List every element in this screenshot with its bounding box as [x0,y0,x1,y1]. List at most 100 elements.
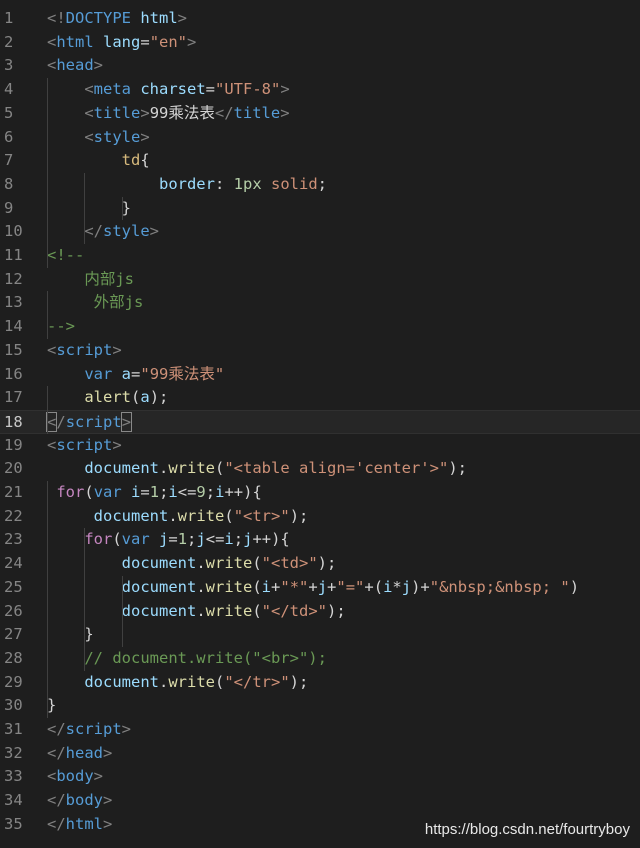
line-number: 17 [4,388,23,407]
line-code: <script> [47,339,122,363]
code-token: "=" [336,577,365,596]
code-token: lang [103,32,141,51]
code-token: < [47,435,57,454]
code-token: 1px [233,174,262,193]
code-line[interactable]: 8 border: 1px solid; [0,173,640,197]
code-line[interactable]: 2 <html lang="en"> [0,31,640,55]
line-number: 9 [4,198,14,217]
code-token: a [140,388,150,407]
code-line[interactable]: 11 <!-- [0,244,640,268]
line-code: document.write("<table align='center'>")… [47,457,467,481]
code-token: alert [84,388,131,407]
code-line[interactable]: 27 } [0,623,640,647]
line-code: // document.write("<br>"); [47,647,327,671]
line-code: } [47,694,56,718]
code-token: . [196,601,206,620]
code-line[interactable]: 12 内部js [0,268,640,292]
line-number: 29 [4,672,23,691]
code-token: for [84,530,113,549]
code-line[interactable]: 15 <script> [0,339,640,363]
code-line[interactable]: 1 <!DOCTYPE html> [0,7,640,31]
code-token: "&nbsp;&nbsp; " [429,577,570,596]
code-line[interactable]: 9 } [0,197,640,221]
code-line[interactable]: 20 document.write("<table align='center'… [0,457,640,481]
code-line[interactable]: 33 <body> [0,765,640,789]
code-token: html [56,32,94,51]
code-line[interactable]: 10 </style> [0,220,640,244]
code-token: var [121,530,150,549]
line-number: 34 [4,791,23,810]
code-token: </ [47,814,66,833]
code-line[interactable]: 5 <title>99乘法表</title> [0,102,640,126]
code-token: write [168,672,215,691]
code-token: ; [187,530,197,549]
code-token: head [56,56,94,75]
code-token: ; [317,174,328,193]
code-token: var [93,483,122,501]
code-line[interactable]: 26 document.write("</td>"); [0,600,640,624]
code-line[interactable]: 24 document.write("<td>"); [0,552,640,576]
code-line[interactable]: 3 <head> [0,54,640,78]
line-number: 35 [4,814,23,833]
code-token: body [56,767,94,786]
code-line[interactable]: 23 for(var j=1;j<=i;j++){ [0,528,640,552]
code-token: 9 [196,483,206,501]
code-line[interactable]: 25 document.write(i+"*"+j+"="+(i*j)+"&nb… [0,576,640,600]
code-line[interactable]: 14 --> [0,315,640,339]
code-token: meta [93,80,131,99]
code-line[interactable]: 31 </script> [0,718,640,742]
code-line[interactable]: 7 td{ [0,149,640,173]
code-line[interactable]: 34 </body> [0,789,640,813]
code-line[interactable]: 16 var a="99乘法表" [0,363,640,387]
code-line[interactable]: 30} [0,694,640,718]
code-line[interactable]: 13 外部js [0,291,640,315]
code-token: 内部js [47,269,134,288]
code-line[interactable]: 28 // document.write("<br>"); [0,647,640,671]
code-line[interactable]: 29 document.write("</tr>"); [0,671,640,695]
code-token: "</tr>" [224,672,290,691]
code-token: document [121,554,197,573]
line-code: <title>99乘法表</title> [47,102,289,126]
code-token: < [84,80,94,99]
watermark: https://blog.csdn.net/fourtryboy [424,821,630,838]
code-line[interactable]: 18 </script> [0,409,640,434]
code-token: ++){ [252,530,290,549]
line-code: document.write("<td>"); [47,552,337,576]
code-line[interactable]: 32 </head> [0,742,640,766]
indent-guide [121,196,123,221]
code-line[interactable]: 22 document.write("<tr>"); [0,505,640,529]
line-number: 6 [4,127,14,146]
code-token: "<table align='center'>" [224,459,449,478]
line-code: document.write("</td>"); [47,600,346,624]
line-number: 4 [4,80,14,99]
code-line[interactable]: 19 <script> [0,434,640,458]
code-token: ( [131,388,141,407]
code-token: < [84,127,94,146]
code-line[interactable]: 4 <meta charset="UTF-8"> [0,78,640,102]
code-token: </ [47,743,66,762]
code-token: </ [47,791,66,810]
line-number: 28 [4,648,23,667]
line-code: document.write("<tr>"); [47,505,309,529]
line-number: 15 [4,340,23,359]
indent-guide [47,78,48,268]
line-number: 26 [4,601,23,620]
code-line[interactable]: 17 alert(a); [0,386,640,410]
code-token: 1 [177,530,188,549]
line-code: </script> [47,718,131,742]
line-number: 22 [4,506,23,525]
code-editor[interactable]: 1 <!DOCTYPE html> 2 <html lang="en"> 3 <head>… [0,0,640,848]
code-token: <!-- [47,246,85,264]
code-token: j [317,577,328,596]
code-token: document [93,506,169,525]
code-line[interactable]: 21 for(var i=1;i<=9;i++){ [0,481,640,505]
line-code: <style> [47,126,149,150]
line-number: 30 [4,696,23,715]
code-line[interactable]: 6 <style> [0,126,640,150]
